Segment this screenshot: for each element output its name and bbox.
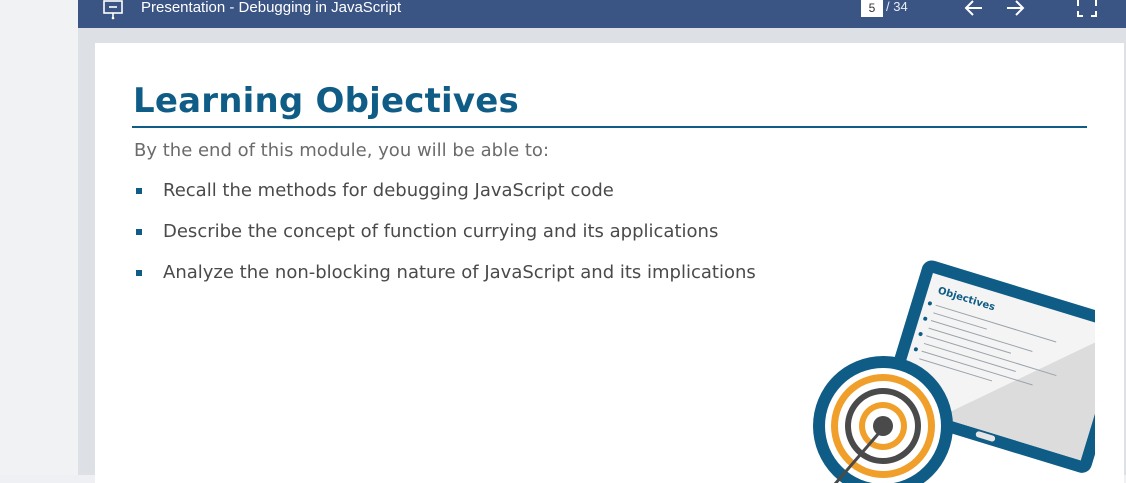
page-total: / 34: [886, 0, 908, 14]
objective-text: Describe the concept of function curryin…: [163, 221, 719, 242]
page-number-input[interactable]: 5: [861, 0, 883, 17]
prev-slide-button[interactable]: [962, 0, 986, 22]
presentation-title: Presentation - Debugging in JavaScript: [141, 0, 402, 16]
fullscreen-button[interactable]: [1075, 0, 1099, 22]
objective-text: Recall the methods for debugging JavaScr…: [163, 180, 614, 201]
presentation-icon: [102, 0, 124, 22]
slide-canvas: Learning Objectives By the end of this m…: [95, 43, 1124, 483]
bullet-icon: [136, 229, 142, 235]
heading-divider: [132, 126, 1087, 128]
slide-heading: Learning Objectives: [133, 81, 519, 121]
bullet-icon: [136, 188, 142, 194]
objective-text: Analyze the non-blocking nature of JavaS…: [163, 262, 756, 283]
next-slide-button[interactable]: [1003, 0, 1027, 22]
presentation-viewer: Presentation - Debugging in JavaScript 5…: [78, 0, 1126, 483]
viewer-toolbar: Presentation - Debugging in JavaScript 5…: [78, 0, 1126, 28]
arrow-left-icon: [964, 0, 982, 16]
arrow-right-icon: [1007, 0, 1025, 16]
objectives-illustration: Objectives: [813, 260, 1095, 483]
slide-intro: By the end of this module, you will be a…: [134, 140, 550, 161]
bullet-icon: [136, 270, 142, 276]
fullscreen-icon: [1077, 0, 1097, 17]
left-gutter: [0, 0, 78, 475]
